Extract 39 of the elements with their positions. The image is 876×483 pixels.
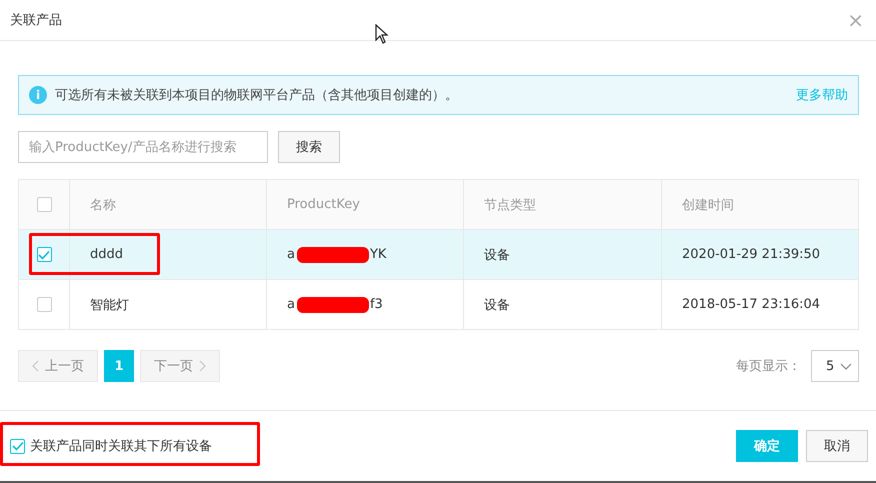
column-header: 节点类型: [484, 196, 536, 214]
cursor-icon: [375, 24, 389, 44]
close-button[interactable]: ×: [845, 8, 866, 32]
confirm-button[interactable]: 确定: [736, 430, 798, 462]
page-size-select[interactable]: 5: [811, 350, 859, 382]
table-cell: dddd: [90, 247, 124, 262]
table-cell: f3: [370, 297, 383, 312]
chevron-left-icon: [32, 360, 39, 372]
page-button[interactable]: 1: [104, 350, 134, 382]
table-row[interactable]: 智能灯 a f3 设备 2018-05-17 23:16:04: [19, 279, 858, 329]
table-cell-text: 设备: [484, 246, 510, 264]
table-cell: 2020-01-29 21:39:50: [682, 247, 820, 262]
table-cell-text: 设备: [484, 296, 510, 314]
dialog-title: 关联产品: [10, 12, 62, 29]
page-size-label: 每页显示：: [736, 358, 801, 375]
chevron-right-icon: [199, 360, 206, 372]
row-checkbox[interactable]: [36, 247, 52, 262]
column-header: ProductKey: [287, 197, 360, 212]
table-cell: a: [287, 247, 295, 262]
table-row[interactable]: dddd a YK 设备 2020-01-29 21:39:50: [19, 229, 858, 279]
search-field[interactable]: 输入ProductKey/产品名称进行搜索: [18, 131, 268, 163]
info-text: 可选所有未被关联到本项目的物联网平台产品（含其他项目创建的）。: [55, 87, 458, 104]
cancel-button[interactable]: 取消: [806, 430, 868, 462]
chevron-down-icon: [840, 362, 852, 370]
info-icon: i: [29, 86, 47, 104]
table-cell: YK: [370, 247, 386, 262]
column-header: 创建时间: [682, 196, 734, 214]
select-all-checkbox[interactable]: [36, 197, 52, 212]
checkbox[interactable]: [10, 438, 25, 454]
table-cell: a: [287, 297, 295, 312]
column-header: 名称: [90, 196, 116, 214]
checkbox-label: 关联产品同时关联其下所有设备: [30, 438, 212, 455]
table-cell-text: 智能灯: [90, 296, 129, 314]
search-button[interactable]: 搜索: [278, 131, 340, 163]
help-link[interactable]: 更多帮助: [796, 86, 848, 104]
table-cell: 2018-05-17 23:16:04: [682, 297, 820, 312]
row-checkbox[interactable]: [36, 297, 52, 312]
next-page-button[interactable]: 下一页: [140, 350, 220, 382]
previous-page-button[interactable]: 上一页: [18, 350, 98, 382]
